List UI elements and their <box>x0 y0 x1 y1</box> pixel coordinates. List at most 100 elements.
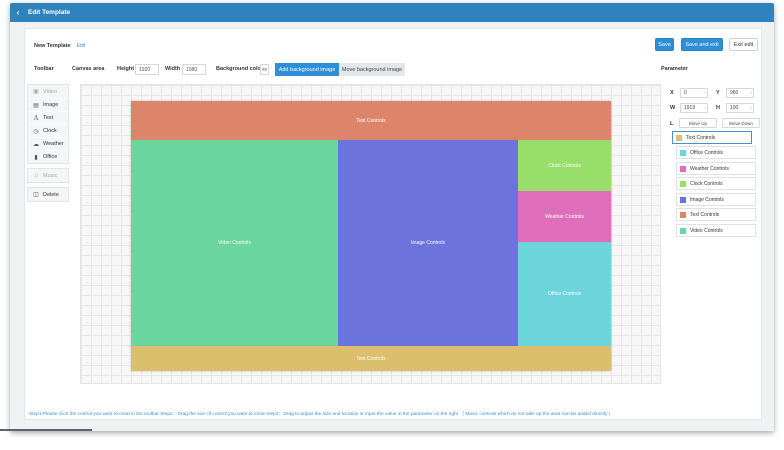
layer-item-clock-controls[interactable]: Clock Controls <box>676 177 756 190</box>
music-tool-group: ♫ Music <box>27 168 69 183</box>
cloud-icon: ☁ <box>33 141 39 148</box>
layer-color-swatch <box>680 196 686 203</box>
block-top-text-controls[interactable]: Text Controls <box>131 101 611 140</box>
toolbar-panel: ▣ Video ▤ Image A Text ◷ Clock ☁ Weather… <box>27 84 69 206</box>
exit-edit-button[interactable]: Exit edit <box>729 38 758 51</box>
layer-label: Text Controls <box>686 134 716 141</box>
layer-item-office-controls[interactable]: Office Controls <box>676 146 756 159</box>
spinner-icon[interactable]: ↕ <box>750 105 753 110</box>
x-label: X <box>670 89 674 96</box>
parameter-heading: Parameter <box>661 66 688 72</box>
template-header: New Template Edit <box>34 39 85 53</box>
spinner-icon[interactable]: ↕ <box>704 105 707 110</box>
layer-color-swatch <box>680 165 686 172</box>
control-tools: ▣ Video ▤ Image A Text ◷ Clock ☁ Weather… <box>27 84 69 164</box>
toolbar-heading: Toolbar <box>34 66 54 72</box>
canvas-area-heading: Canvas area <box>72 66 105 72</box>
tool-label: Office <box>43 154 58 160</box>
layout-canvas[interactable]: Text Controls Video Controls Image Contr… <box>131 101 611 371</box>
move-up-button[interactable]: Move Up <box>679 118 717 128</box>
tool-label: Delete <box>43 191 59 198</box>
layer-label: Image Controls <box>690 196 724 203</box>
add-background-image-button[interactable]: Add background image <box>275 63 339 76</box>
layer-label: Weather Controls <box>690 165 729 172</box>
block-bottom-text-controls[interactable]: Text Controls <box>131 346 611 371</box>
w-value: 1919 <box>684 104 696 111</box>
layer-color-swatch <box>680 149 686 156</box>
tool-office[interactable]: ▮ Office <box>28 150 68 163</box>
block-weather-controls[interactable]: Weather Controls <box>518 191 611 242</box>
page-title: Edit Template <box>28 9 71 16</box>
layer-label: Video Controls <box>690 227 723 234</box>
document-icon: ▮ <box>34 154 38 161</box>
tool-label: Music <box>43 172 58 179</box>
layer-color-swatch <box>680 211 686 218</box>
layer-color-swatch <box>680 180 686 187</box>
layer-item-weather-controls[interactable]: Weather Controls <box>676 162 756 175</box>
layer-label: Clock Controls <box>690 180 723 187</box>
x-input[interactable]: 0 ↕ <box>680 87 708 98</box>
video-icon: ▣ <box>33 89 39 95</box>
block-office-controls[interactable]: Office Controls <box>518 242 611 346</box>
x-param-row: X 0 ↕ <box>670 87 708 98</box>
block-clock-controls[interactable]: Clock Controls <box>518 140 611 191</box>
move-down-button[interactable]: Move Down <box>722 118 760 128</box>
spinner-icon[interactable]: ↕ <box>750 90 753 95</box>
y-param-row: Y 960 ↕ <box>716 87 754 98</box>
template-name: New Template <box>34 43 71 49</box>
h-value: 100 <box>730 104 739 111</box>
layer-label: Text Controls <box>690 211 720 218</box>
tool-clock[interactable]: ◷ Clock <box>28 124 68 137</box>
y-input[interactable]: 960 ↕ <box>726 87 754 98</box>
music-icon: ♫ <box>33 172 39 179</box>
save-button[interactable]: Save <box>655 38 674 51</box>
clock-icon: ◷ <box>33 128 39 135</box>
layer-item-video-controls[interactable]: Video Controls <box>676 224 756 237</box>
x-value: 0 <box>684 89 687 96</box>
tool-label: Clock <box>43 128 57 134</box>
tool-delete[interactable]: ◫ Delete <box>28 188 68 201</box>
y-label: Y <box>716 89 720 96</box>
tool-label: Video <box>43 88 57 95</box>
tool-label: Text <box>43 115 54 121</box>
layer-item-text-controls-top[interactable]: Text Controls <box>676 208 756 221</box>
h-input[interactable]: 100 ↕ <box>726 102 754 113</box>
edit-name-link[interactable]: Edit <box>77 43 86 49</box>
w-param-row: W 1919 ↕ <box>670 102 708 113</box>
width-label: Width <box>165 66 181 72</box>
width-input[interactable]: 1080 <box>182 64 206 75</box>
top-bar: ‹ Edit Template <box>10 3 774 22</box>
height-input[interactable]: 1920 <box>135 64 159 75</box>
background-color-input[interactable]: #0 <box>260 64 269 75</box>
tool-image[interactable]: ▤ Image <box>28 98 68 111</box>
chevron-left-icon[interactable]: ‹ <box>10 3 26 22</box>
h-param-row: H 100 ↕ <box>716 102 754 113</box>
layer-item-image-controls[interactable]: Image Controls <box>676 193 756 206</box>
instructions-text: Step1:Please click the control you want … <box>29 412 614 417</box>
layer-label: Office Controls <box>690 149 723 156</box>
save-and-exit-button[interactable]: Save and exit <box>681 38 723 51</box>
layer-item-text-controls-bottom[interactable]: Text Controls <box>672 131 752 144</box>
image-icon: ▤ <box>33 102 39 109</box>
canvas-grid-area[interactable]: Text Controls Video Controls Image Contr… <box>80 84 661 384</box>
tool-weather[interactable]: ☁ Weather <box>28 137 68 150</box>
move-background-image-button[interactable]: Move background image <box>339 63 405 76</box>
tool-text[interactable]: A Text <box>28 111 68 124</box>
delete-tool-group: ◫ Delete <box>27 187 69 202</box>
horizontal-scrollbar[interactable] <box>0 429 92 431</box>
background-color-label: Background color <box>216 66 264 72</box>
height-label: Height <box>117 66 135 72</box>
tool-video[interactable]: ▣ Video <box>28 85 68 98</box>
block-image-controls[interactable]: Image Controls <box>338 140 518 346</box>
trash-icon: ◫ <box>33 192 39 198</box>
tool-music[interactable]: ♫ Music <box>28 169 68 182</box>
tool-label: Image <box>43 102 59 108</box>
w-input[interactable]: 1919 ↕ <box>680 102 708 113</box>
tool-label: Weather <box>43 141 64 147</box>
editor-panel: New Template Edit Save Save and exit Exi… <box>24 28 762 420</box>
layer-color-swatch <box>676 134 682 141</box>
spinner-icon[interactable]: ↕ <box>704 90 707 95</box>
block-video-controls[interactable]: Video Controls <box>131 140 338 346</box>
layer-color-swatch <box>680 227 686 234</box>
h-label: H <box>716 104 720 111</box>
